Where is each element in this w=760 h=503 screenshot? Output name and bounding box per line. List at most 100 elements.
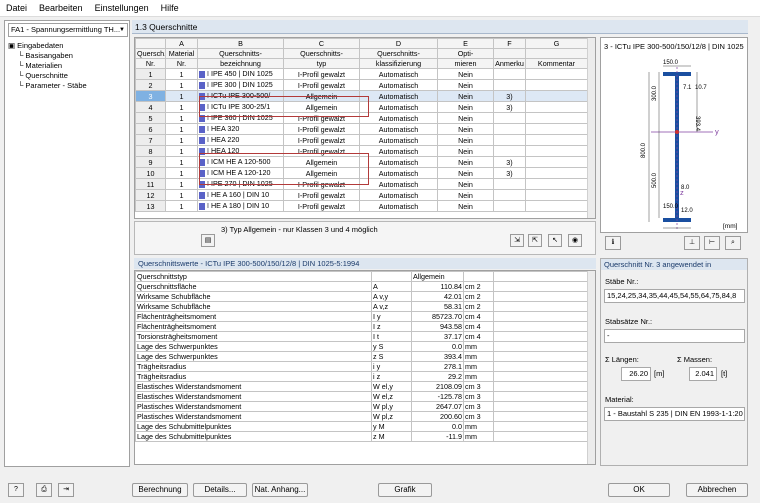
comment-cell[interactable]: [525, 68, 588, 80]
mat-cell[interactable]: 1: [165, 178, 198, 190]
opt-cell[interactable]: Nein: [437, 101, 494, 113]
print-icon[interactable]: ⎙: [36, 483, 52, 497]
anm-cell[interactable]: 3): [493, 167, 526, 179]
comment-cell[interactable]: [525, 156, 588, 168]
dimension-icon[interactable]: ⊥: [684, 236, 700, 250]
comment-cell[interactable]: [525, 200, 588, 212]
mat-cell[interactable]: 1: [165, 145, 198, 157]
zoom-icon[interactable]: ⌕: [725, 236, 741, 250]
anm-cell[interactable]: [493, 79, 526, 91]
typ-cell[interactable]: I-Profil gewalzt: [283, 134, 360, 146]
tree-item-basisangaben[interactable]: └ Basisangaben: [8, 51, 87, 61]
section-name-cell[interactable]: I IPE 300 | DIN 1025: [197, 79, 284, 91]
anm-cell[interactable]: [493, 189, 526, 201]
comment-cell[interactable]: [525, 101, 588, 113]
typ-cell[interactable]: I-Profil gewalzt: [283, 189, 360, 201]
opt-cell[interactable]: Nein: [437, 112, 494, 124]
mat-cell[interactable]: 1: [165, 90, 198, 102]
values-scrollbar[interactable]: [587, 271, 595, 464]
tree-item-eingabedaten[interactable]: ▣ Eingabedaten: [8, 41, 87, 51]
kl-cell[interactable]: Automatisch: [359, 68, 438, 80]
col-letter-g[interactable]: G: [525, 38, 588, 49]
anm-cell[interactable]: 3): [493, 90, 526, 102]
col-letter-c[interactable]: C: [283, 38, 360, 49]
menu-einstellungen[interactable]: Einstellungen: [89, 3, 155, 13]
opt-cell[interactable]: Nein: [437, 156, 494, 168]
nr-cell[interactable]: 8: [135, 145, 166, 157]
comment-cell[interactable]: [525, 189, 588, 201]
mat-cell[interactable]: 1: [165, 167, 198, 179]
table-row[interactable]: 2 1 I IPE 300 | DIN 1025 I-Profil gewalzt Aut…: [135, 79, 588, 91]
opt-cell[interactable]: Nein: [437, 189, 494, 201]
menu-bearbeiten[interactable]: Bearbeiten: [33, 3, 89, 13]
comment-cell[interactable]: [525, 145, 588, 157]
table-row[interactable]: 13 1 I HE A 180 | DIN 10 I-Profil gewalzt Aut…: [135, 200, 588, 212]
kl-cell[interactable]: Automatisch: [359, 90, 438, 102]
kl-cell[interactable]: Automatisch: [359, 145, 438, 157]
nr-cell[interactable]: 7: [135, 134, 166, 146]
kl-cell[interactable]: Automatisch: [359, 112, 438, 124]
kl-cell[interactable]: Automatisch: [359, 167, 438, 179]
nr-cell[interactable]: 13: [135, 200, 166, 212]
section-name-cell[interactable]: I HEA 320: [197, 123, 284, 135]
view-icon[interactable]: ◉: [568, 234, 582, 247]
info-icon[interactable]: ℹ: [605, 236, 621, 250]
tree-item-materialien[interactable]: └ Materialien: [8, 61, 87, 71]
import-icon[interactable]: ⇱: [528, 234, 542, 247]
opt-cell[interactable]: Nein: [437, 167, 494, 179]
opt-cell[interactable]: Nein: [437, 134, 494, 146]
menu-datei[interactable]: Datei: [0, 3, 33, 13]
opt-cell[interactable]: Nein: [437, 145, 494, 157]
table-row[interactable]: 7 1 I HEA 220 I-Profil gewalzt Automatisch Nei…: [135, 134, 588, 146]
tree-item-querschnitte[interactable]: └ Querschnitte: [8, 71, 87, 81]
nr-cell[interactable]: 10: [135, 167, 166, 179]
opt-cell[interactable]: Nein: [437, 178, 494, 190]
opt-cell[interactable]: Nein: [437, 90, 494, 102]
col-letter-a[interactable]: A: [165, 38, 198, 49]
mat-cell[interactable]: 1: [165, 156, 198, 168]
opt-cell[interactable]: Nein: [437, 123, 494, 135]
section-name-cell[interactable]: I HE A 180 | DIN 10: [197, 200, 284, 212]
pointer-icon[interactable]: ↖: [548, 234, 562, 247]
section-name-cell[interactable]: I HEA 220: [197, 134, 284, 146]
graphics-button[interactable]: Grafik: [378, 483, 432, 497]
anm-cell[interactable]: 3): [493, 156, 526, 168]
comment-cell[interactable]: [525, 112, 588, 124]
comment-cell[interactable]: [525, 79, 588, 91]
nr-cell[interactable]: 4: [135, 101, 166, 113]
info-icon[interactable]: ▤: [201, 234, 215, 247]
col-letter-d[interactable]: D: [359, 38, 438, 49]
mat-cell[interactable]: 1: [165, 68, 198, 80]
comment-cell[interactable]: [525, 167, 588, 179]
anm-cell[interactable]: [493, 145, 526, 157]
comment-cell[interactable]: [525, 134, 588, 146]
typ-cell[interactable]: I-Profil gewalzt: [283, 123, 360, 135]
export-table-icon[interactable]: ⇥: [58, 483, 74, 497]
ok-button[interactable]: OK: [608, 483, 670, 497]
nr-cell[interactable]: 5: [135, 112, 166, 124]
kl-cell[interactable]: Automatisch: [359, 156, 438, 168]
axes-icon[interactable]: ⊢: [704, 236, 720, 250]
kl-cell[interactable]: Automatisch: [359, 101, 438, 113]
menu-hilfe[interactable]: Hilfe: [155, 3, 185, 13]
national-annex-button[interactable]: Nat. Anhang...: [252, 483, 308, 497]
tree-item-parameter[interactable]: └ Parameter - Stäbe: [8, 81, 87, 91]
col-letter-e[interactable]: E: [437, 38, 494, 49]
typ-cell[interactable]: I-Profil gewalzt: [283, 200, 360, 212]
kl-cell[interactable]: Automatisch: [359, 178, 438, 190]
grid-scrollbar[interactable]: [587, 38, 595, 218]
kl-cell[interactable]: Automatisch: [359, 200, 438, 212]
anm-cell[interactable]: [493, 68, 526, 80]
nr-cell[interactable]: 3: [135, 90, 166, 102]
details-button[interactable]: Details...: [193, 483, 247, 497]
mat-cell[interactable]: 1: [165, 200, 198, 212]
mat-cell[interactable]: 1: [165, 79, 198, 91]
table-row[interactable]: 12 1 I HE A 160 | DIN 10 I-Profil gewalzt Aut…: [135, 189, 588, 201]
nr-cell[interactable]: 9: [135, 156, 166, 168]
calculate-button[interactable]: Berechnung: [132, 483, 188, 497]
nr-cell[interactable]: 11: [135, 178, 166, 190]
section-name-cell[interactable]: I HE A 160 | DIN 10: [197, 189, 284, 201]
cancel-button[interactable]: Abbrechen: [686, 483, 748, 497]
mat-cell[interactable]: 1: [165, 134, 198, 146]
opt-cell[interactable]: Nein: [437, 68, 494, 80]
